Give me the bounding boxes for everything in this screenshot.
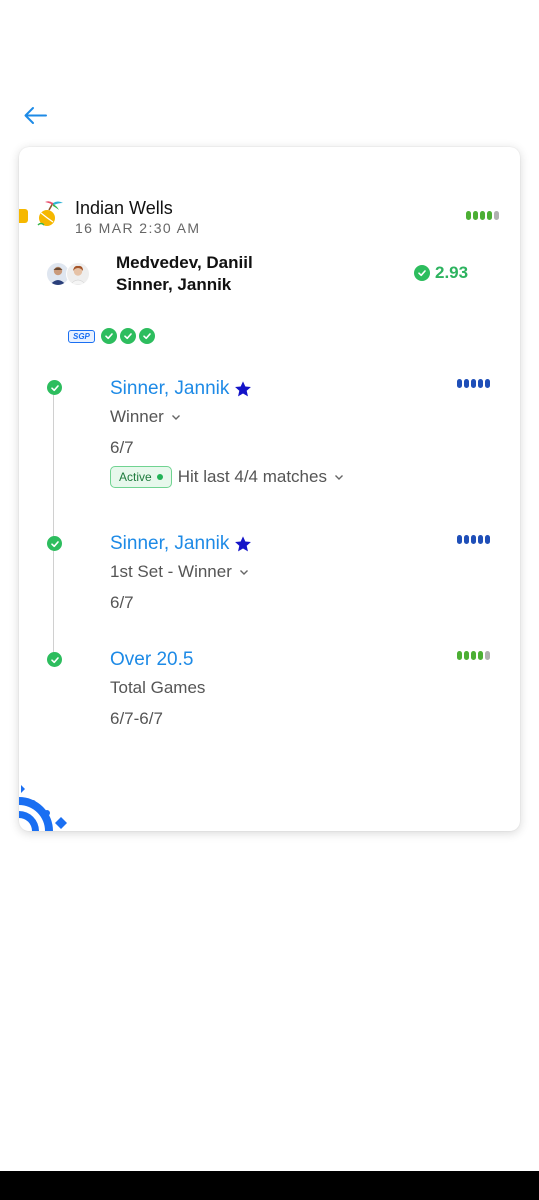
confidence-dot bbox=[457, 379, 462, 388]
confidence-dot bbox=[478, 379, 483, 388]
check-circle-icon bbox=[100, 328, 117, 344]
match-player-1: Medvedev, Daniil bbox=[116, 253, 253, 272]
leg-timeline bbox=[53, 392, 54, 662]
leg-2-player: Sinner, Jannik bbox=[110, 533, 230, 554]
leg-1-result: 6/7 bbox=[110, 438, 134, 457]
leg-check-icon bbox=[47, 652, 62, 667]
confidence-dot bbox=[478, 651, 483, 660]
chevron-down-icon bbox=[334, 475, 343, 480]
leg-2-result: 6/7 bbox=[110, 593, 134, 612]
active-badge: Active bbox=[110, 466, 172, 488]
decorative-pattern-icon bbox=[19, 785, 67, 831]
leg-1-market[interactable]: Winner bbox=[110, 407, 182, 427]
bet-card[interactable]: Indian Wells 16 MAR 2:30 AM Medvedev, Da… bbox=[19, 147, 520, 831]
confidence-dot bbox=[464, 535, 469, 544]
sgp-badge: SGP bbox=[68, 329, 95, 343]
tennis-palm-icon bbox=[37, 201, 63, 226]
confidence-dot bbox=[471, 651, 476, 660]
leg-check-icon bbox=[47, 380, 62, 395]
leg-3-confidence-dots bbox=[457, 651, 490, 660]
hit-rate-toggle[interactable]: Hit last 4/4 matches bbox=[178, 467, 345, 487]
active-label: Active bbox=[119, 470, 152, 484]
hit-rate-text: Hit last 4/4 matches bbox=[177, 467, 327, 486]
check-circle-icon bbox=[119, 328, 136, 344]
leg-3-title[interactable]: Over 20.5 bbox=[110, 649, 193, 671]
match-player-2: Sinner, Jannik bbox=[116, 275, 232, 294]
leg-2-confidence-dots bbox=[457, 535, 490, 544]
chevron-down-icon bbox=[171, 415, 180, 420]
confidence-dot bbox=[471, 379, 476, 388]
confidence-dot bbox=[480, 211, 485, 220]
confidence-dot bbox=[485, 651, 490, 660]
leg-1-form-row: Active Hit last 4/4 matches bbox=[110, 466, 345, 488]
confidence-dot bbox=[485, 535, 490, 544]
event-marker bbox=[19, 209, 28, 223]
avatar-sinner bbox=[66, 262, 90, 286]
active-dot bbox=[156, 474, 163, 480]
confidence-dot bbox=[471, 535, 476, 544]
leg-1-market-label: Winner bbox=[110, 407, 164, 426]
event-datetime: 16 MAR 2:30 AM bbox=[75, 220, 201, 236]
check-circle-icon bbox=[414, 265, 430, 281]
odds-result: 2.93 bbox=[414, 263, 468, 283]
chevron-down-icon bbox=[239, 570, 248, 575]
star-icon bbox=[235, 381, 252, 397]
leg-1-player: Sinner, Jannik bbox=[110, 378, 230, 399]
leg-1-confidence-dots bbox=[457, 379, 490, 388]
check-circle-icon bbox=[138, 328, 155, 344]
confidence-dot bbox=[478, 535, 483, 544]
star-icon bbox=[235, 536, 252, 552]
confidence-dot bbox=[466, 211, 471, 220]
arrow-left-icon bbox=[24, 107, 47, 124]
confidence-dot bbox=[457, 535, 462, 544]
confidence-dot bbox=[464, 379, 469, 388]
leg-2-market[interactable]: 1st Set - Winner bbox=[110, 562, 250, 582]
confidence-dot bbox=[473, 211, 478, 220]
leg-1-title[interactable]: Sinner, Jannik bbox=[110, 378, 252, 400]
leg-3-result: 6/7-6/7 bbox=[110, 709, 163, 728]
confidence-dot bbox=[485, 379, 490, 388]
confidence-dot bbox=[457, 651, 462, 660]
back-button[interactable] bbox=[20, 100, 52, 132]
leg-check-icon bbox=[47, 536, 62, 551]
confidence-dot bbox=[464, 651, 469, 660]
system-navigation-bar bbox=[0, 1171, 539, 1200]
confidence-dot bbox=[494, 211, 499, 220]
leg-2-title[interactable]: Sinner, Jannik bbox=[110, 533, 252, 555]
confidence-dot bbox=[487, 211, 492, 220]
leg-2-market-label: 1st Set - Winner bbox=[110, 562, 232, 581]
event-title: Indian Wells bbox=[75, 198, 173, 218]
sgp-row: SGP bbox=[68, 328, 155, 344]
player-avatars bbox=[46, 262, 92, 286]
leg-3-market-label: Total Games bbox=[110, 678, 206, 697]
odds-value: 2.93 bbox=[435, 263, 469, 282]
leg-3-line: Over 20.5 bbox=[110, 649, 194, 670]
event-confidence-dots bbox=[466, 211, 499, 220]
leg-3-market: Total Games bbox=[110, 678, 205, 698]
